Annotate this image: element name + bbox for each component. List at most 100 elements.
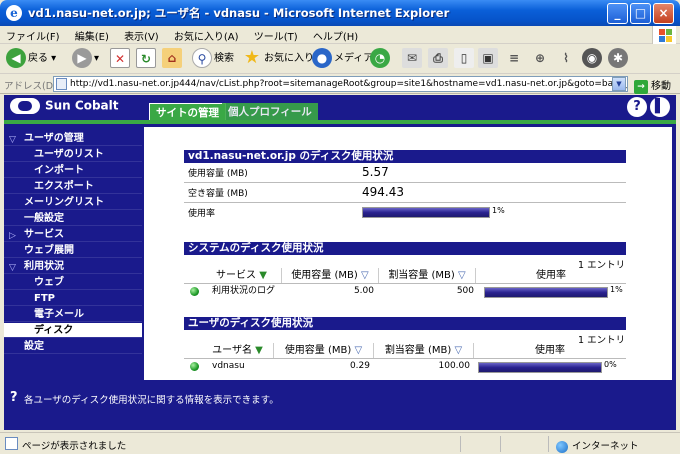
sidebar-item[interactable]: エクスポート <box>4 179 142 194</box>
user-col-name[interactable]: ユーザ名 ▼ <box>202 343 274 358</box>
system-usage-bar-fill <box>485 288 607 297</box>
system-col-service[interactable]: サービス ▼ <box>202 268 282 283</box>
link-button[interactable]: ⌇ <box>556 48 578 70</box>
discuss-button[interactable]: ◉ <box>582 48 604 70</box>
system-col-quota-label: 割当容量 (MB) <box>388 270 455 281</box>
sidebar-item[interactable]: ▽ 利用状況 <box>4 259 142 274</box>
stop-button[interactable]: ✕ <box>110 48 132 70</box>
window-title: vd1.nasu-net.or.jp; ユーザ名 - vdnasu - Micr… <box>28 6 450 20</box>
sidebar-item[interactable]: ウェブ展開 <box>4 243 142 258</box>
sidebar-item[interactable]: メーリングリスト <box>4 195 142 210</box>
logout-icon[interactable]: ▌ <box>650 97 670 117</box>
status-text: ページが表示されました <box>22 441 127 452</box>
status-ok-icon <box>190 362 199 371</box>
search-button[interactable]: ⚲ 検索 <box>192 48 234 70</box>
free-row: 空き容量 (MB) 494.43 <box>184 184 626 203</box>
mail-button[interactable]: ✉ <box>402 48 424 70</box>
tab-site-management[interactable]: サイトの管理 <box>149 103 226 121</box>
minimize-button[interactable]: _ <box>607 3 628 24</box>
sidebar-item[interactable]: ▽ ユーザの管理 <box>4 131 142 146</box>
user-col-used[interactable]: 使用容量 (MB) ▽ <box>274 343 374 358</box>
research-button[interactable]: ≡ <box>504 48 526 70</box>
user-col-rate: 使用率 <box>535 345 565 356</box>
user-disk-title: ユーザのディスク使用状況 <box>184 317 626 330</box>
forward-button[interactable]: ▶ ▾ <box>72 48 99 70</box>
menu-favorites[interactable]: お気に入り(A) <box>168 26 245 43</box>
search-icon: ⚲ <box>192 48 212 68</box>
disk-usage-bar <box>362 207 490 218</box>
sidebar: ▽ ユーザの管理 ユーザのリスト インポート エクスポート メーリングリスト 一般設定 ▷ サー… <box>4 127 144 380</box>
expand-down-icon: ▽ <box>9 263 16 273</box>
sidebar-item[interactable]: 一般設定 <box>4 211 142 226</box>
menu-edit[interactable]: 編集(E) <box>69 26 115 43</box>
system-row-rate: 1% <box>610 285 623 294</box>
user-row-quota: 100.00 <box>438 361 471 371</box>
sidebar-item[interactable]: 電子メール <box>4 307 142 322</box>
tab-personal-profile[interactable]: 個人プロフィール <box>222 103 318 121</box>
user-row-name: vdnasu <box>212 361 245 371</box>
status-bar: ページが表示されました インターネット <box>0 432 680 454</box>
system-row-quota: 500 <box>456 286 474 296</box>
go-button[interactable]: → 移動 <box>634 77 671 94</box>
globe-icon <box>556 440 568 453</box>
rate-row: 使用率 1% <box>184 204 626 223</box>
security-zone: インターネット <box>556 438 639 453</box>
history-button[interactable]: ◔ <box>370 48 392 70</box>
history-icon: ◔ <box>370 48 390 68</box>
home-icon: ⌂ <box>162 48 182 68</box>
system-row-used: 5.00 <box>353 286 374 296</box>
tools-extra-button[interactable]: ✱ <box>608 48 630 70</box>
app-frame: Sun Cobalt サイトの管理 個人プロフィール ? ▌ ▽ ユーザの管理 ユーザ… <box>4 95 676 430</box>
close-button[interactable]: × <box>653 3 674 24</box>
rate-label: 使用率 <box>188 209 216 219</box>
refresh-icon: ↻ <box>136 48 156 68</box>
menu-file[interactable]: ファイル(F) <box>0 26 66 43</box>
sort-icon: ▽ <box>360 270 369 281</box>
help-question-icon: ? <box>10 390 18 405</box>
related-icon: ⊕ <box>534 51 546 65</box>
research-icon: ≡ <box>508 51 520 65</box>
related-button[interactable]: ⊕ <box>530 48 552 70</box>
user-col-quota[interactable]: 割当容量 (MB) ▽ <box>374 343 474 358</box>
help-bar: ? 各ユーザのディスク使用状況に関する情報を表示できます。 <box>4 380 676 430</box>
toolbar: ◀ 戻る ▾ ▶ ▾ ✕ ↻ ⌂ ⚲ 検索 ★ お気に入り ● メディア ◔ ✉ ⎙ ▯ … <box>0 44 680 74</box>
sidebar-item-label: ウェブ <box>34 277 64 288</box>
system-col-quota[interactable]: 割当容量 (MB) ▽ <box>379 268 476 283</box>
edit-button[interactable]: ▯ <box>454 48 476 70</box>
system-col-used[interactable]: 使用容量 (MB) ▽ <box>282 268 379 283</box>
home-button[interactable]: ⌂ <box>162 48 184 70</box>
maximize-button[interactable]: □ <box>630 3 651 24</box>
back-arrow-icon: ◀ <box>6 48 26 68</box>
favorites-button[interactable]: ★ お気に入り <box>242 48 314 70</box>
sidebar-item[interactable]: ▷ サービス <box>4 227 142 242</box>
top-icons: ? ▌ <box>624 97 670 117</box>
sidebar-item-label: ユーザの管理 <box>24 133 84 144</box>
back-button[interactable]: ◀ 戻る ▾ <box>6 48 56 70</box>
print-button[interactable]: ⎙ <box>428 48 450 70</box>
stop-icon: ✕ <box>110 48 130 68</box>
address-dropdown-icon[interactable]: ▼ <box>612 77 626 91</box>
sidebar-item[interactable]: ディスク <box>4 323 142 338</box>
sort-icon: ▽ <box>354 345 363 356</box>
media-button[interactable]: ● メディア <box>312 48 373 70</box>
menu-tools[interactable]: ツール(T) <box>248 26 304 43</box>
sidebar-item-label: 一般設定 <box>24 213 64 224</box>
system-row-service: 利用状況のログ <box>212 286 276 296</box>
refresh-button[interactable]: ↻ <box>136 48 158 70</box>
menu-help[interactable]: ヘルプ(H) <box>307 26 364 43</box>
logo-text: Sun Cobalt <box>45 98 119 113</box>
sidebar-item[interactable]: ユーザのリスト <box>4 147 142 162</box>
messenger-button[interactable]: ▣ <box>478 48 500 70</box>
sidebar-item[interactable]: 設定 <box>4 339 142 354</box>
system-col-used-label: 使用容量 (MB) <box>291 270 358 281</box>
sun-cobalt-logo: Sun Cobalt <box>10 98 119 116</box>
menu-view[interactable]: 表示(V) <box>118 26 165 43</box>
sort-icon: ▽ <box>457 270 466 281</box>
help-icon[interactable]: ? <box>627 97 647 117</box>
used-row: 使用容量 (MB) 5.57 <box>184 164 626 183</box>
sidebar-item[interactable]: FTP <box>4 291 142 306</box>
sidebar-item[interactable]: ウェブ <box>4 275 142 290</box>
address-input[interactable]: http://vd1.nasu-net.or.jp444/nav/cList.p… <box>53 76 628 92</box>
sidebar-item[interactable]: インポート <box>4 163 142 178</box>
sidebar-item-label: ウェブ展開 <box>24 245 74 256</box>
